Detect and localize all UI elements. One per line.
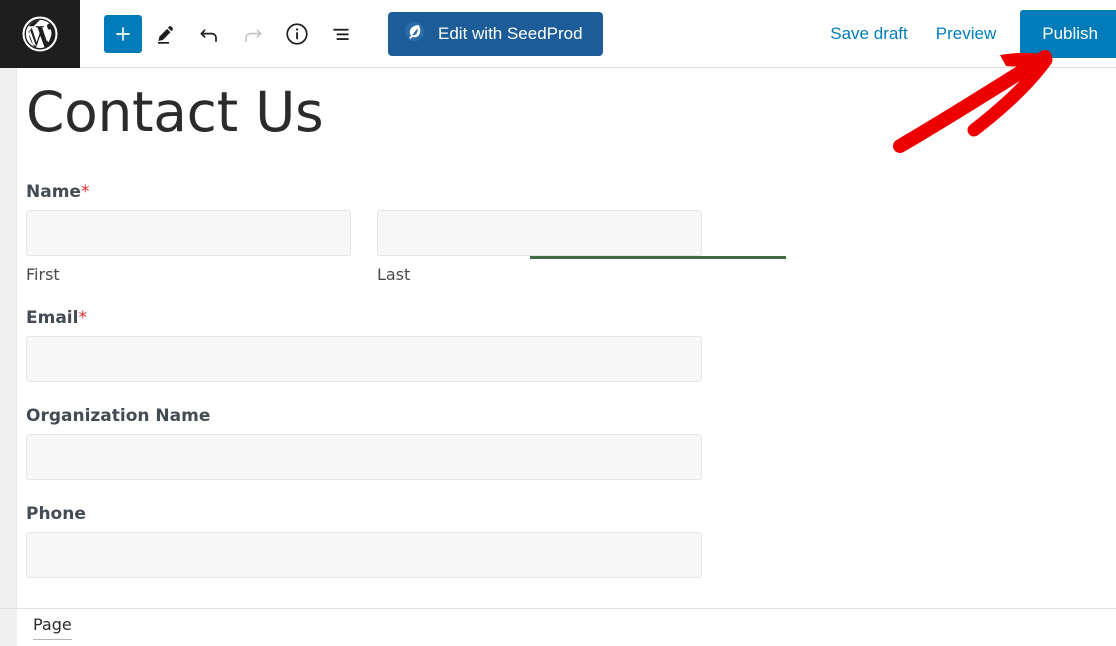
- post-content-area: Contact Us Name* First Last Email* Organ…: [18, 68, 1116, 646]
- name-last-group: Last: [377, 209, 702, 284]
- editor-canvas: Contact Us Name* First Last Email* Organ…: [0, 68, 1116, 646]
- field-label-organization-name: Organization Name: [26, 405, 211, 426]
- toolbar-left-group: Edit with SeedProd: [80, 0, 603, 67]
- tools-pencil-button[interactable]: [144, 13, 186, 55]
- page-title[interactable]: Contact Us: [18, 68, 1116, 142]
- organization-name-input[interactable]: [26, 433, 702, 480]
- save-draft-button[interactable]: Save draft: [816, 14, 922, 54]
- form-field-organization-name: Organization Name: [26, 406, 1116, 480]
- edit-with-seedprod-label: Edit with SeedProd: [438, 23, 583, 43]
- contact-form-block[interactable]: Name* First Last Email* Organization Nam…: [18, 142, 1116, 578]
- undo-button[interactable]: [188, 13, 230, 55]
- undo-arrow-icon: [197, 22, 221, 46]
- toolbar-right-group: Save draft Preview Publish: [816, 0, 1116, 68]
- required-marker: *: [80, 181, 90, 202]
- field-label-name: Name*: [26, 181, 90, 202]
- first-name-sub-label: First: [26, 264, 60, 284]
- phone-input[interactable]: [26, 531, 702, 578]
- list-view-icon: [328, 21, 354, 47]
- redo-button[interactable]: [232, 13, 274, 55]
- wordpress-logo-icon: [21, 15, 59, 53]
- wordpress-logo-button[interactable]: [0, 0, 80, 68]
- required-marker: *: [78, 307, 87, 328]
- last-name-sub-label: Last: [377, 264, 411, 284]
- add-block-button[interactable]: [104, 14, 142, 53]
- first-name-input[interactable]: [26, 209, 351, 256]
- form-field-phone: Phone: [26, 504, 1116, 578]
- pencil-icon: [153, 22, 177, 46]
- email-input[interactable]: [26, 335, 702, 382]
- field-label-phone: Phone: [26, 503, 86, 524]
- canvas-left-gutter: [0, 68, 17, 646]
- info-circle-icon: [284, 21, 310, 47]
- details-button[interactable]: [276, 13, 318, 55]
- list-view-button[interactable]: [320, 13, 362, 55]
- preview-button[interactable]: Preview: [922, 14, 1010, 54]
- form-field-name: Name* First Last: [26, 182, 1116, 284]
- footer-left-gutter: [0, 608, 17, 646]
- redo-arrow-icon: [241, 22, 265, 46]
- publish-button[interactable]: Publish: [1020, 10, 1116, 58]
- last-name-input[interactable]: [377, 209, 702, 256]
- name-subfield-row: First Last: [26, 209, 1116, 284]
- editor-header-toolbar: Edit with SeedProd Save draft Preview Pu…: [0, 0, 1116, 68]
- green-line-artifact: [530, 256, 786, 259]
- seedprod-leaf-icon: [403, 20, 426, 48]
- field-label-email: Email*: [26, 307, 87, 328]
- wordpress-block-editor: Edit with SeedProd Save draft Preview Pu…: [0, 0, 1116, 646]
- edit-with-seedprod-button[interactable]: Edit with SeedProd: [388, 11, 603, 56]
- breadcrumb-item-page[interactable]: Page: [33, 615, 72, 640]
- editor-footer-breadcrumb-bar: Page: [0, 608, 1116, 646]
- name-first-group: First: [26, 209, 351, 284]
- form-field-email: Email*: [26, 308, 1116, 382]
- plus-icon: [113, 24, 133, 44]
